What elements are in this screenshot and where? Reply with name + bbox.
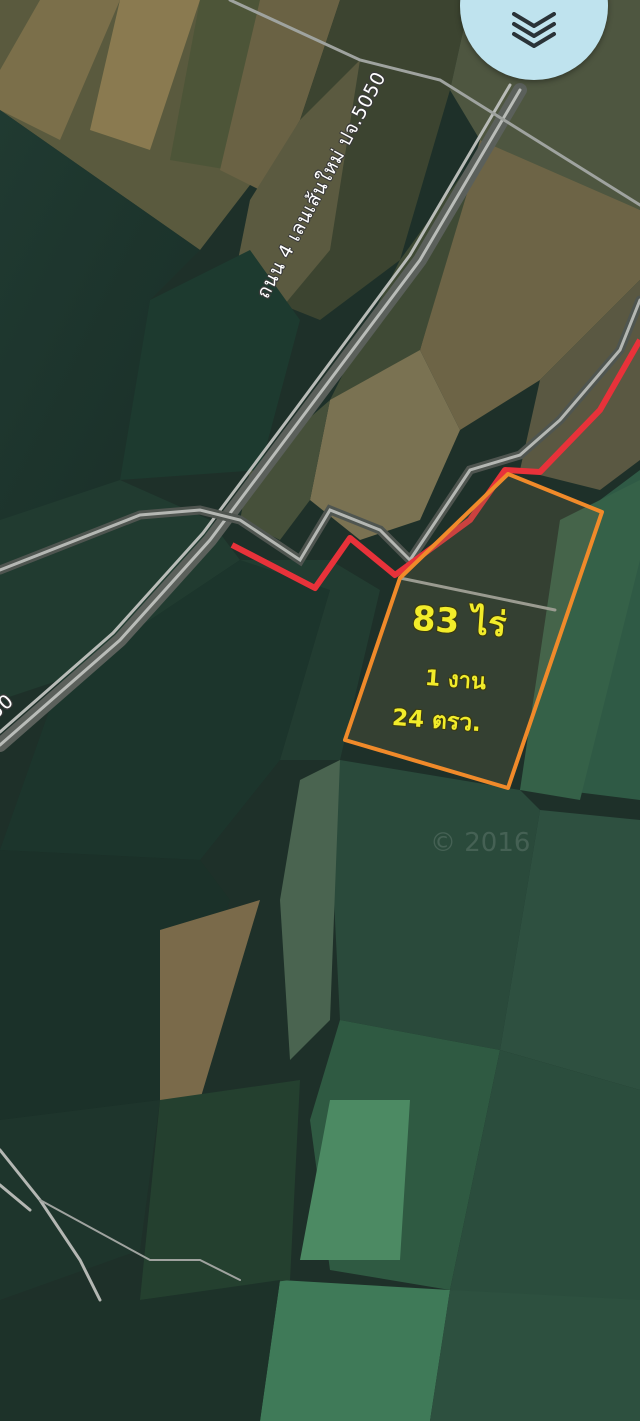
layers-icon (512, 12, 556, 48)
imagery-watermark: © 2016 (430, 828, 531, 858)
plot-area-rai: 83 ไร่ (410, 598, 508, 646)
map-view[interactable]: ถนน 4 เลนเส้นใหม่ ปจ.5050 50 83 ไร่ 1 งา… (0, 0, 640, 1421)
plot-area-ngan: 1 งาน (424, 665, 487, 696)
plot-area-wa: 24 ตรว. (391, 704, 482, 738)
